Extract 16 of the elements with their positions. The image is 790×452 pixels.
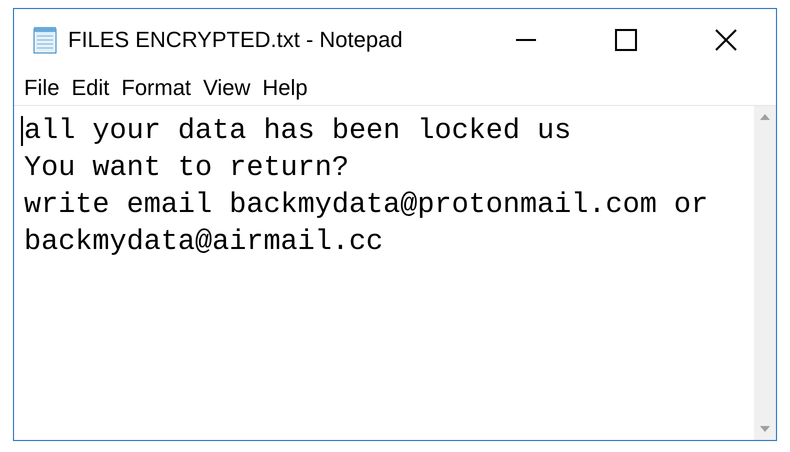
window-title: FILES ENCRYPTED.txt - Notepad	[68, 27, 403, 53]
menu-item[interactable]: Edit	[65, 75, 116, 101]
close-icon	[715, 29, 737, 51]
text-line: all your data has been locked us	[24, 113, 572, 149]
menu-item[interactable]: Format	[115, 75, 198, 101]
maximize-icon	[615, 29, 637, 51]
menu-item[interactable]: View	[197, 75, 256, 101]
text-cursor	[21, 116, 23, 146]
menu-item[interactable]: File	[18, 75, 66, 101]
text-line: backmydata@airmail.cc	[24, 224, 384, 260]
text-area[interactable]: all your data has been locked us You want to return? write email backmydata@protonmail.com or backmydata@airmail.cc	[14, 106, 754, 440]
scrollbar[interactable]	[754, 106, 776, 440]
minimize-icon	[515, 39, 537, 41]
menu-item[interactable]: Help	[256, 75, 314, 101]
text-line: You want to return?	[24, 150, 349, 186]
text-line: write email backmydata@protonmail.com or	[24, 187, 708, 223]
